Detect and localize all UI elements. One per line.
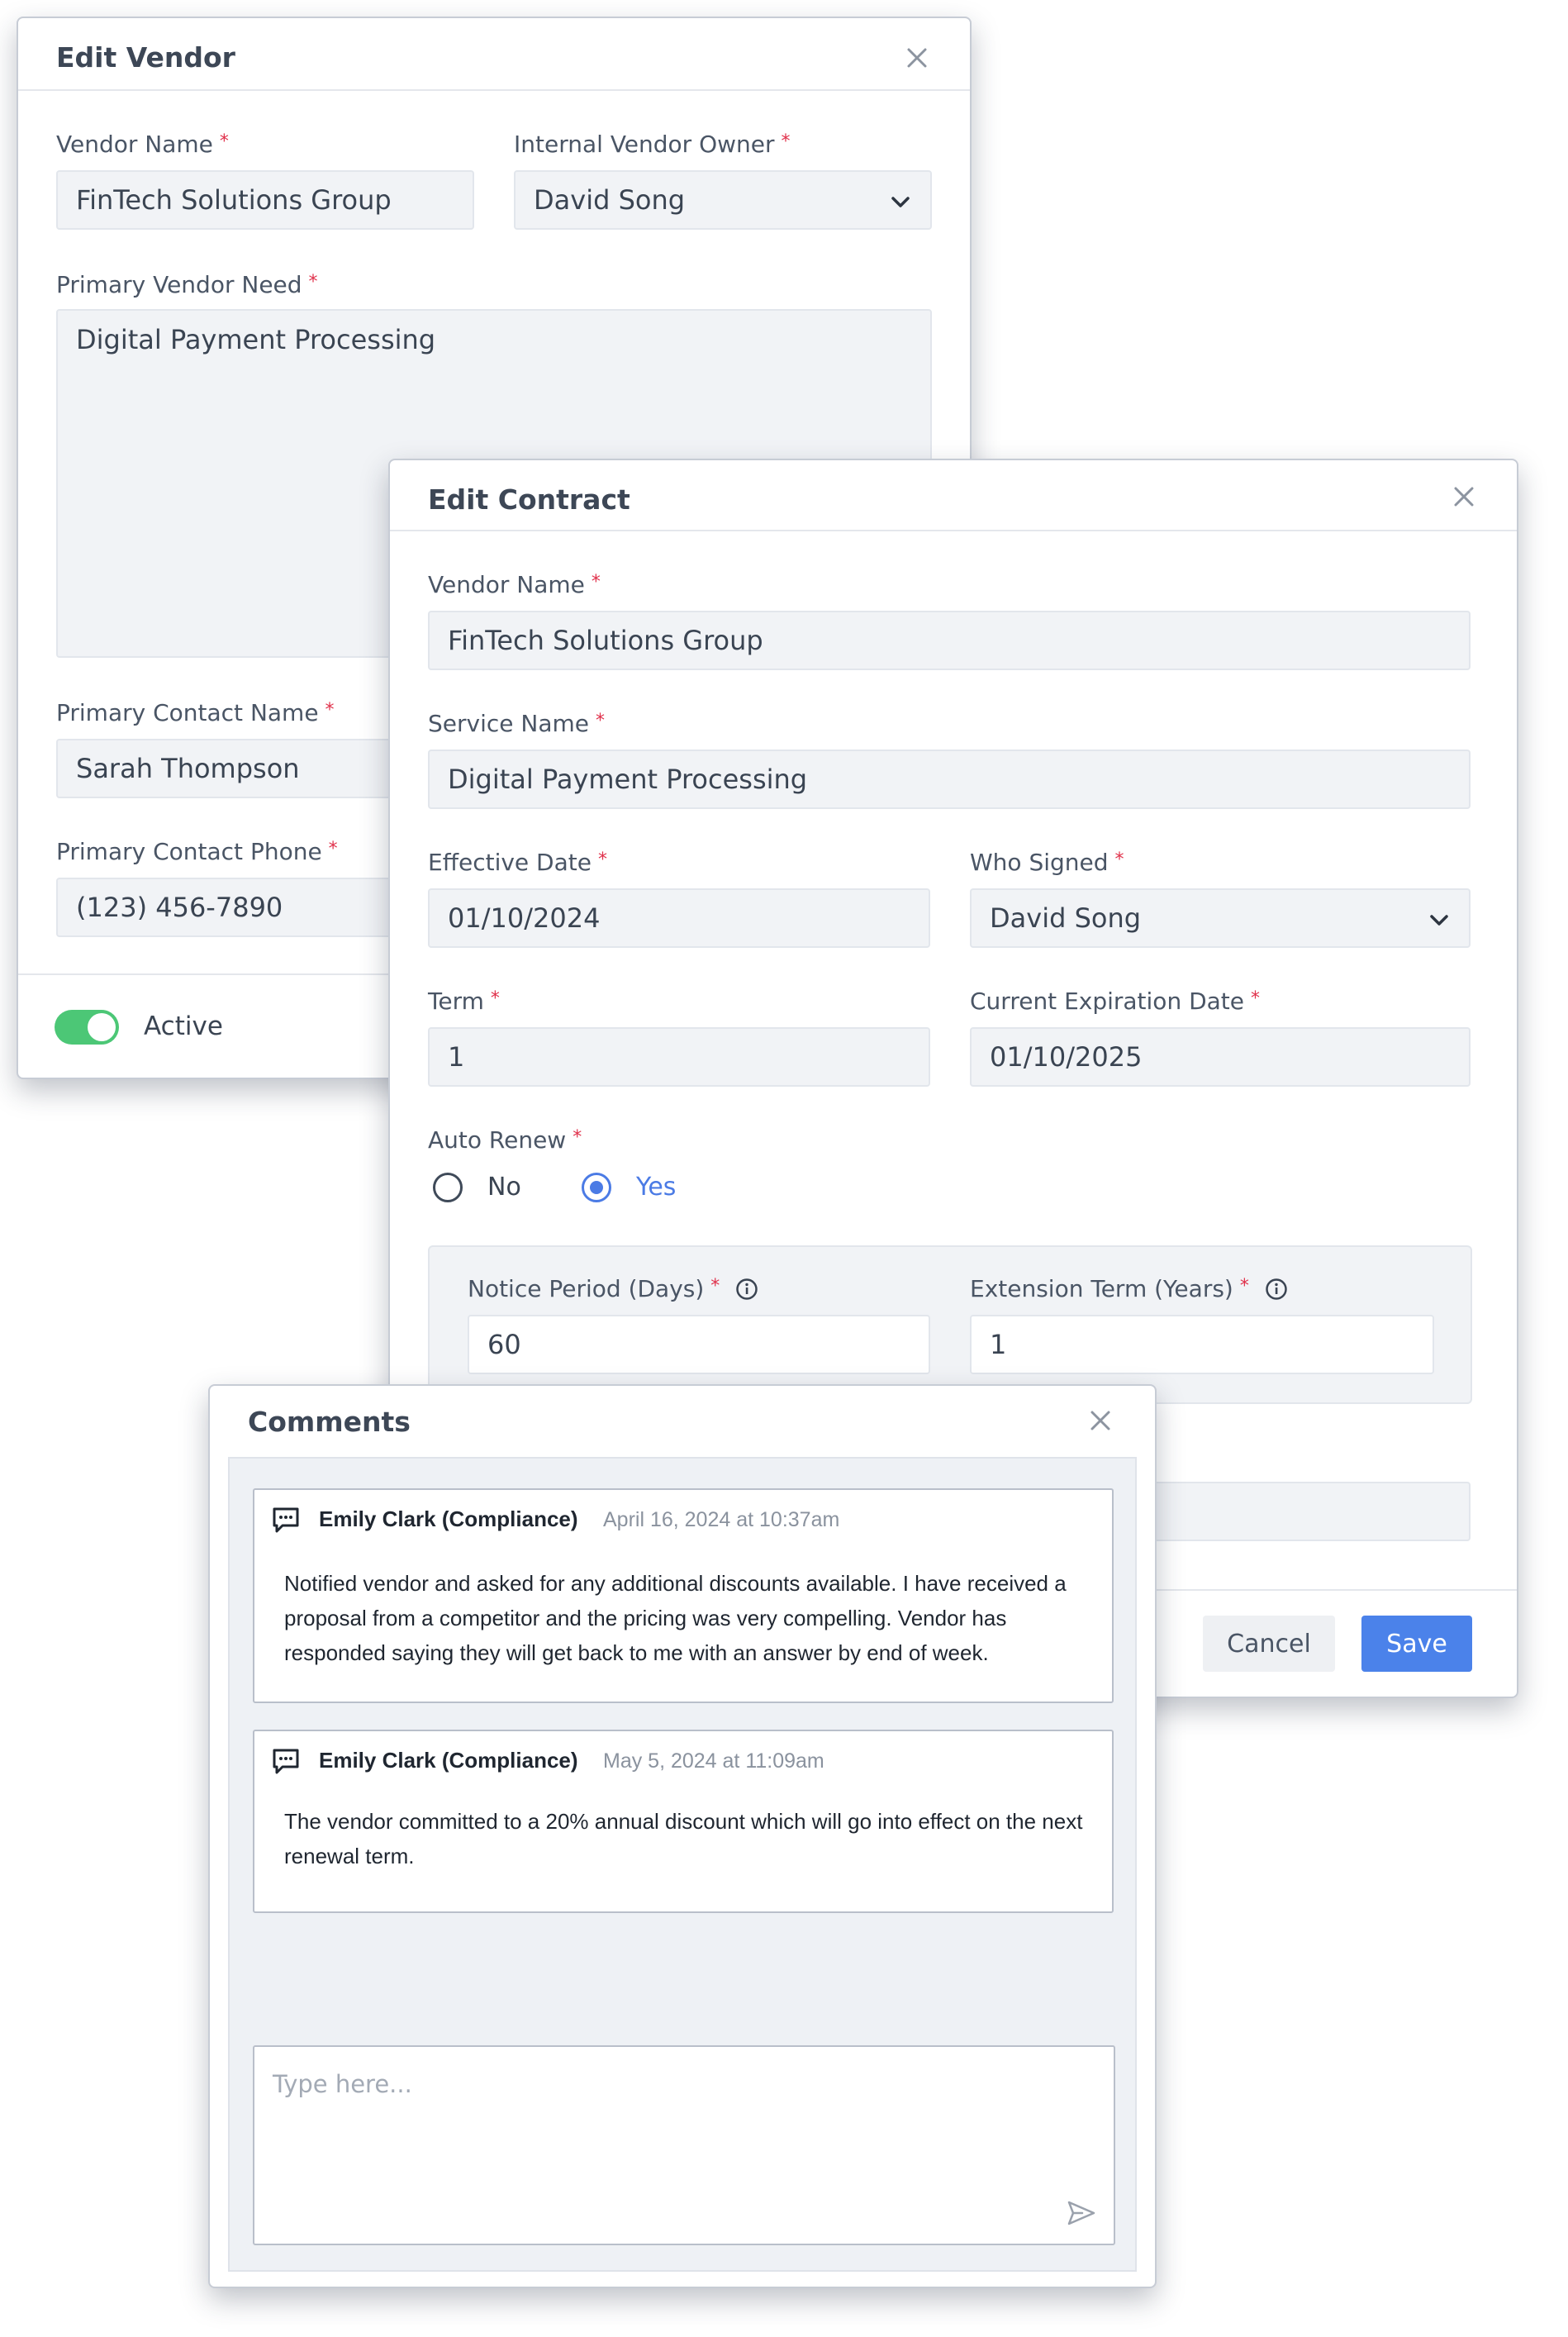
close-icon[interactable] [1086,1406,1115,1435]
auto-renew-no-label[interactable]: No [487,1173,521,1202]
auto-renew-yes-radio[interactable] [582,1173,611,1202]
comments-dialog: Comments Emily Clark (Compliance) April … [208,1384,1157,2288]
who-signed-label: Who Signed * [970,849,1124,876]
send-icon[interactable] [1066,2197,1097,2229]
effective-date-label: Effective Date * [428,849,607,876]
required-mark: * [781,131,791,152]
auto-renew-label: Auto Renew * [428,1126,582,1154]
close-icon[interactable] [1449,482,1479,512]
renewal-settings-panel: Notice Period (Days) * 60 Extension Term … [428,1245,1472,1404]
comment-text: The vendor committed to a 20% annual dis… [284,1809,1083,1868]
required-mark: * [1239,1276,1249,1297]
who-signed-value: David Song [990,902,1142,934]
comment-bubble-icon [273,1749,299,1774]
required-mark: * [328,839,338,859]
vendor-name-label: Vendor Name * [56,131,229,158]
required-mark: * [591,572,601,593]
required-mark: * [597,850,607,870]
required-mark: * [325,700,335,721]
who-signed-select[interactable]: David Song [970,888,1471,948]
comment-input[interactable] [254,2047,1114,2244]
comment-text: Notified vendor and asked for any additi… [284,1571,1067,1665]
info-icon[interactable] [735,1278,758,1301]
effective-date-field[interactable]: 01/10/2024 [428,888,930,948]
required-mark: * [1251,988,1261,1009]
comment-author: Emily Clark (Compliance) [319,1506,578,1531]
vendor-name-field[interactable]: FinTech Solutions Group [428,611,1471,670]
service-name-label: Service Name * [428,710,605,737]
extension-term-field[interactable]: 1 [970,1315,1434,1374]
required-mark: * [308,272,318,293]
service-name-field[interactable]: Digital Payment Processing [428,750,1471,809]
required-mark: * [573,1127,582,1148]
dialog-header: Comments [210,1386,1155,1457]
dialog-header: Edit Vendor [18,18,970,91]
auto-renew-no-radio[interactable] [433,1173,463,1202]
required-mark: * [219,131,229,152]
chevron-down-icon [1430,915,1448,926]
vendor-name-field[interactable]: FinTech Solutions Group [56,170,474,230]
owner-value: David Song [534,184,686,216]
dialog-header: Edit Contract [390,460,1517,531]
info-icon[interactable] [1265,1278,1288,1301]
required-mark: * [1114,850,1124,870]
comment-card: Emily Clark (Compliance) May 5, 2024 at … [253,1730,1114,1913]
term-field[interactable]: 1 [428,1027,930,1087]
chevron-down-icon [891,197,910,207]
active-label: Active [144,1011,223,1041]
extension-term-label: Extension Term (Years) * [970,1275,1288,1302]
need-label: Primary Vendor Need * [56,271,318,298]
cancel-button[interactable]: Cancel [1203,1616,1335,1672]
vendor-name-label: Vendor Name * [428,571,601,598]
term-label: Term * [428,988,500,1015]
expiration-label: Current Expiration Date * [970,988,1261,1015]
auto-renew-yes-label[interactable]: Yes [636,1173,676,1202]
required-mark: * [596,711,605,731]
save-button[interactable]: Save [1361,1616,1472,1672]
active-toggle[interactable] [55,1010,119,1045]
required-mark: * [710,1276,720,1297]
contact-name-label: Primary Contact Name * [56,699,335,726]
comment-timestamp: May 5, 2024 at 11:09am [603,1749,824,1773]
expiration-field[interactable]: 01/10/2025 [970,1027,1471,1087]
comment-timestamp: April 16, 2024 at 10:37am [603,1508,840,1531]
dialog-title: Edit Vendor [56,41,235,74]
notice-period-label: Notice Period (Days) * [468,1275,758,1302]
required-mark: * [490,988,500,1009]
owner-label: Internal Vendor Owner * [514,131,791,158]
reply-box [253,2045,1115,2245]
comment-author: Emily Clark (Compliance) [319,1748,578,1773]
dialog-title: Comments [248,1406,411,1438]
notice-period-field[interactable]: 60 [468,1315,930,1374]
comment-bubble-icon [273,1507,299,1533]
dialog-title: Edit Contract [428,483,630,516]
close-icon[interactable] [902,43,932,73]
owner-select[interactable]: David Song [514,170,932,230]
comments-body: Emily Clark (Compliance) April 16, 2024 … [228,1457,1137,2272]
comment-card: Emily Clark (Compliance) April 16, 2024 … [253,1488,1114,1703]
toggle-knob [88,1013,116,1041]
contact-phone-label: Primary Contact Phone * [56,838,338,865]
